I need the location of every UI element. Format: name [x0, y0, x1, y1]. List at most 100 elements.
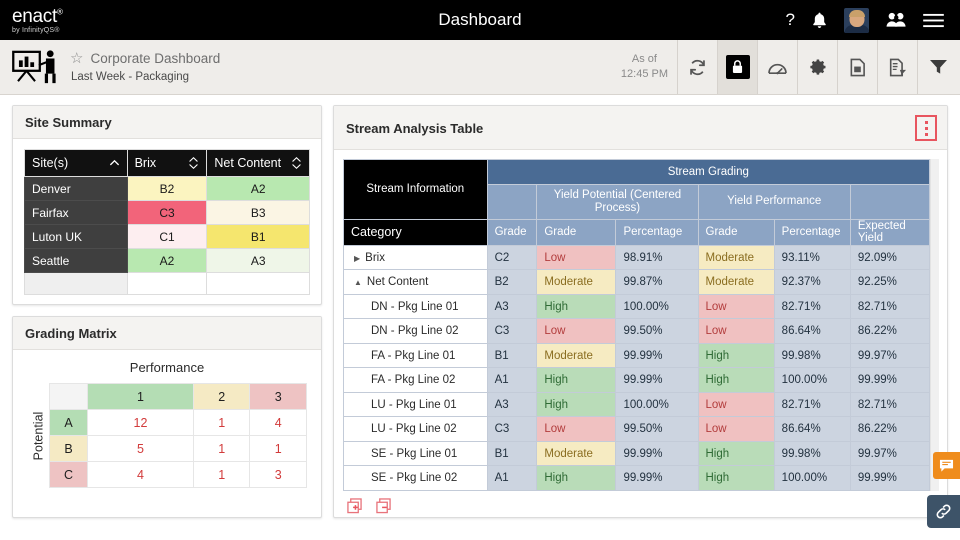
brand-subtitle: by InfinityQS®: [12, 26, 60, 34]
matrix-count-a1[interactable]: 12: [87, 409, 194, 436]
column-header-sites-label: Site(s): [32, 156, 69, 170]
document-button[interactable]: [838, 40, 878, 94]
table-row[interactable]: LU - Pkg Line 01 A3 High 100.00% Low 82.…: [343, 391, 931, 418]
link-button[interactable]: [927, 495, 960, 528]
lock-button[interactable]: [718, 40, 758, 94]
table-row[interactable]: LU - Pkg Line 02 C3 Low 99.50% Low 86.64…: [343, 416, 931, 442]
report-export-button[interactable]: [878, 40, 918, 94]
table-row[interactable]: Luton UK C1 B1: [24, 224, 310, 249]
table-row[interactable]: FA - Pkg Line 02 A1 High 99.99% High 100…: [343, 367, 931, 393]
filter-button[interactable]: [918, 40, 958, 94]
row-category: FA - Pkg Line 01: [343, 342, 488, 369]
collapse-all-button[interactable]: [376, 498, 391, 517]
row-potential-percentage: 99.99%: [615, 342, 699, 369]
people-group-icon[interactable]: [886, 12, 906, 28]
row-performance-grade: Moderate: [697, 244, 775, 271]
site-name: Denver: [24, 176, 128, 201]
refresh-button[interactable]: [678, 40, 718, 94]
matrix-count-b3[interactable]: 1: [249, 435, 307, 462]
row-performance-percentage: 82.71%: [773, 293, 851, 320]
matrix-row-header-b: B: [49, 435, 88, 462]
header-stream-grading: Stream Grading: [486, 159, 931, 185]
table-empty-row: [24, 272, 310, 295]
table-row[interactable]: FA - Pkg Line 01 B1 Moderate 99.99% High…: [343, 342, 931, 369]
column-header-brix[interactable]: Brix: [126, 149, 208, 177]
table-row[interactable]: DN - Pkg Line 01 A3 High 100.00% Low 82.…: [343, 293, 931, 320]
row-performance-percentage: 86.64%: [773, 318, 851, 344]
table-row[interactable]: Fairfax C3 B3: [24, 200, 310, 225]
stream-analysis-title: Stream Analysis Table: [346, 120, 484, 136]
matrix-count-c2[interactable]: 1: [192, 461, 251, 488]
sort-asc-icon: [109, 159, 119, 165]
matrix-count-a2[interactable]: 1: [192, 409, 251, 436]
column-header-net-content[interactable]: Net Content: [206, 149, 310, 177]
matrix-count-b2[interactable]: 1: [192, 435, 251, 462]
help-icon[interactable]: ?: [786, 10, 795, 30]
matrix-count-b1[interactable]: 5: [87, 435, 194, 462]
header-yield-potential: Yield Potential (Centered Process): [536, 183, 699, 220]
brand-logo[interactable]: enact® by InfinityQS®: [0, 7, 63, 34]
table-row[interactable]: DN - Pkg Line 02 C3 Low 99.50% Low 86.64…: [343, 318, 931, 344]
row-grade: B2: [486, 269, 538, 295]
row-category[interactable]: ▲ Net Content: [343, 269, 488, 295]
row-performance-grade: Low: [697, 293, 775, 320]
gauge-button[interactable]: [758, 40, 798, 94]
expand-collapsed-icon[interactable]: ▶: [354, 254, 360, 263]
row-grade: A3: [486, 293, 538, 320]
net-content-grade: B3: [206, 200, 310, 225]
row-expected-yield: 99.97%: [849, 440, 931, 467]
as-of-time: 12:45 PM: [620, 68, 668, 80]
row-potential-grade: High: [536, 465, 617, 491]
top-navigation-bar: enact® by InfinityQS® Dashboard ?: [0, 0, 960, 40]
table-row[interactable]: Seattle A2 A3: [24, 248, 310, 273]
row-category: FA - Pkg Line 02: [343, 367, 488, 393]
net-content-grade: A3: [206, 248, 310, 273]
toolbar-actions: As of 12:45 PM: [612, 40, 960, 94]
stream-analysis-body: Stream Information Stream Grading Yield …: [334, 150, 947, 517]
row-category[interactable]: ▶ Brix: [343, 244, 488, 271]
table-row[interactable]: SE - Pkg Line 02 A1 High 99.99% High 100…: [343, 465, 931, 491]
row-performance-grade: Low: [697, 416, 775, 442]
header-potential-percentage: Percentage: [615, 218, 699, 246]
table-vertical-scrollbar[interactable]: [930, 159, 939, 491]
more-options-icon[interactable]: [915, 115, 937, 141]
row-grade: B1: [486, 342, 538, 369]
brix-grade: C3: [126, 200, 208, 225]
site-summary-header-row: Site(s) Brix Net Content: [24, 149, 310, 177]
matrix-count-a3[interactable]: 4: [249, 409, 307, 436]
row-potential-percentage: 100.00%: [615, 293, 699, 320]
table-row[interactable]: ▶ Brix C2 Low 98.91% Moderate 93.11% 92.0…: [343, 244, 931, 271]
row-grade: B1: [486, 440, 538, 467]
row-category-label: Brix: [365, 251, 385, 264]
left-column: Site Summary Site(s) Brix Net Content De…: [12, 105, 322, 540]
link-icon: [936, 504, 951, 519]
row-expected-yield: 86.22%: [849, 318, 931, 344]
row-expected-yield: 82.71%: [849, 391, 931, 418]
expand-all-button[interactable]: [347, 498, 362, 517]
matrix-row-header-c: C: [49, 461, 88, 488]
matrix-count-c3[interactable]: 3: [249, 461, 307, 488]
column-header-sites[interactable]: Site(s): [24, 149, 128, 177]
avatar[interactable]: [844, 7, 869, 33]
header-performance-grade: Grade: [697, 218, 775, 246]
settings-gear-button[interactable]: [798, 40, 838, 94]
row-potential-grade: Moderate: [536, 440, 617, 467]
expand-expanded-icon[interactable]: ▲: [354, 278, 362, 287]
dashboard-title-block: ☆ Corporate Dashboard Last Week - Packag…: [70, 51, 220, 83]
table-row[interactable]: Denver B2 A2: [24, 176, 310, 201]
row-potential-percentage: 99.50%: [615, 318, 699, 344]
notifications-bell-icon[interactable]: [812, 12, 827, 29]
row-grade: A1: [486, 465, 538, 491]
row-grade: C2: [486, 244, 538, 271]
row-potential-grade: Low: [536, 318, 617, 344]
table-row[interactable]: SE - Pkg Line 01 B1 Moderate 99.99% High…: [343, 440, 931, 467]
matrix-count-c1[interactable]: 4: [87, 461, 194, 488]
hamburger-menu-icon[interactable]: [923, 13, 944, 28]
row-category: SE - Pkg Line 02: [343, 465, 488, 491]
favorite-star-icon[interactable]: ☆: [70, 51, 83, 66]
table-header-row-1: Stream Information Stream Grading: [343, 159, 931, 220]
chat-button[interactable]: [933, 452, 960, 479]
row-performance-percentage: 100.00%: [773, 367, 851, 393]
table-row[interactable]: ▲ Net Content B2 Moderate 99.87% Moderate…: [343, 269, 931, 295]
row-expected-yield: 99.99%: [849, 465, 931, 491]
